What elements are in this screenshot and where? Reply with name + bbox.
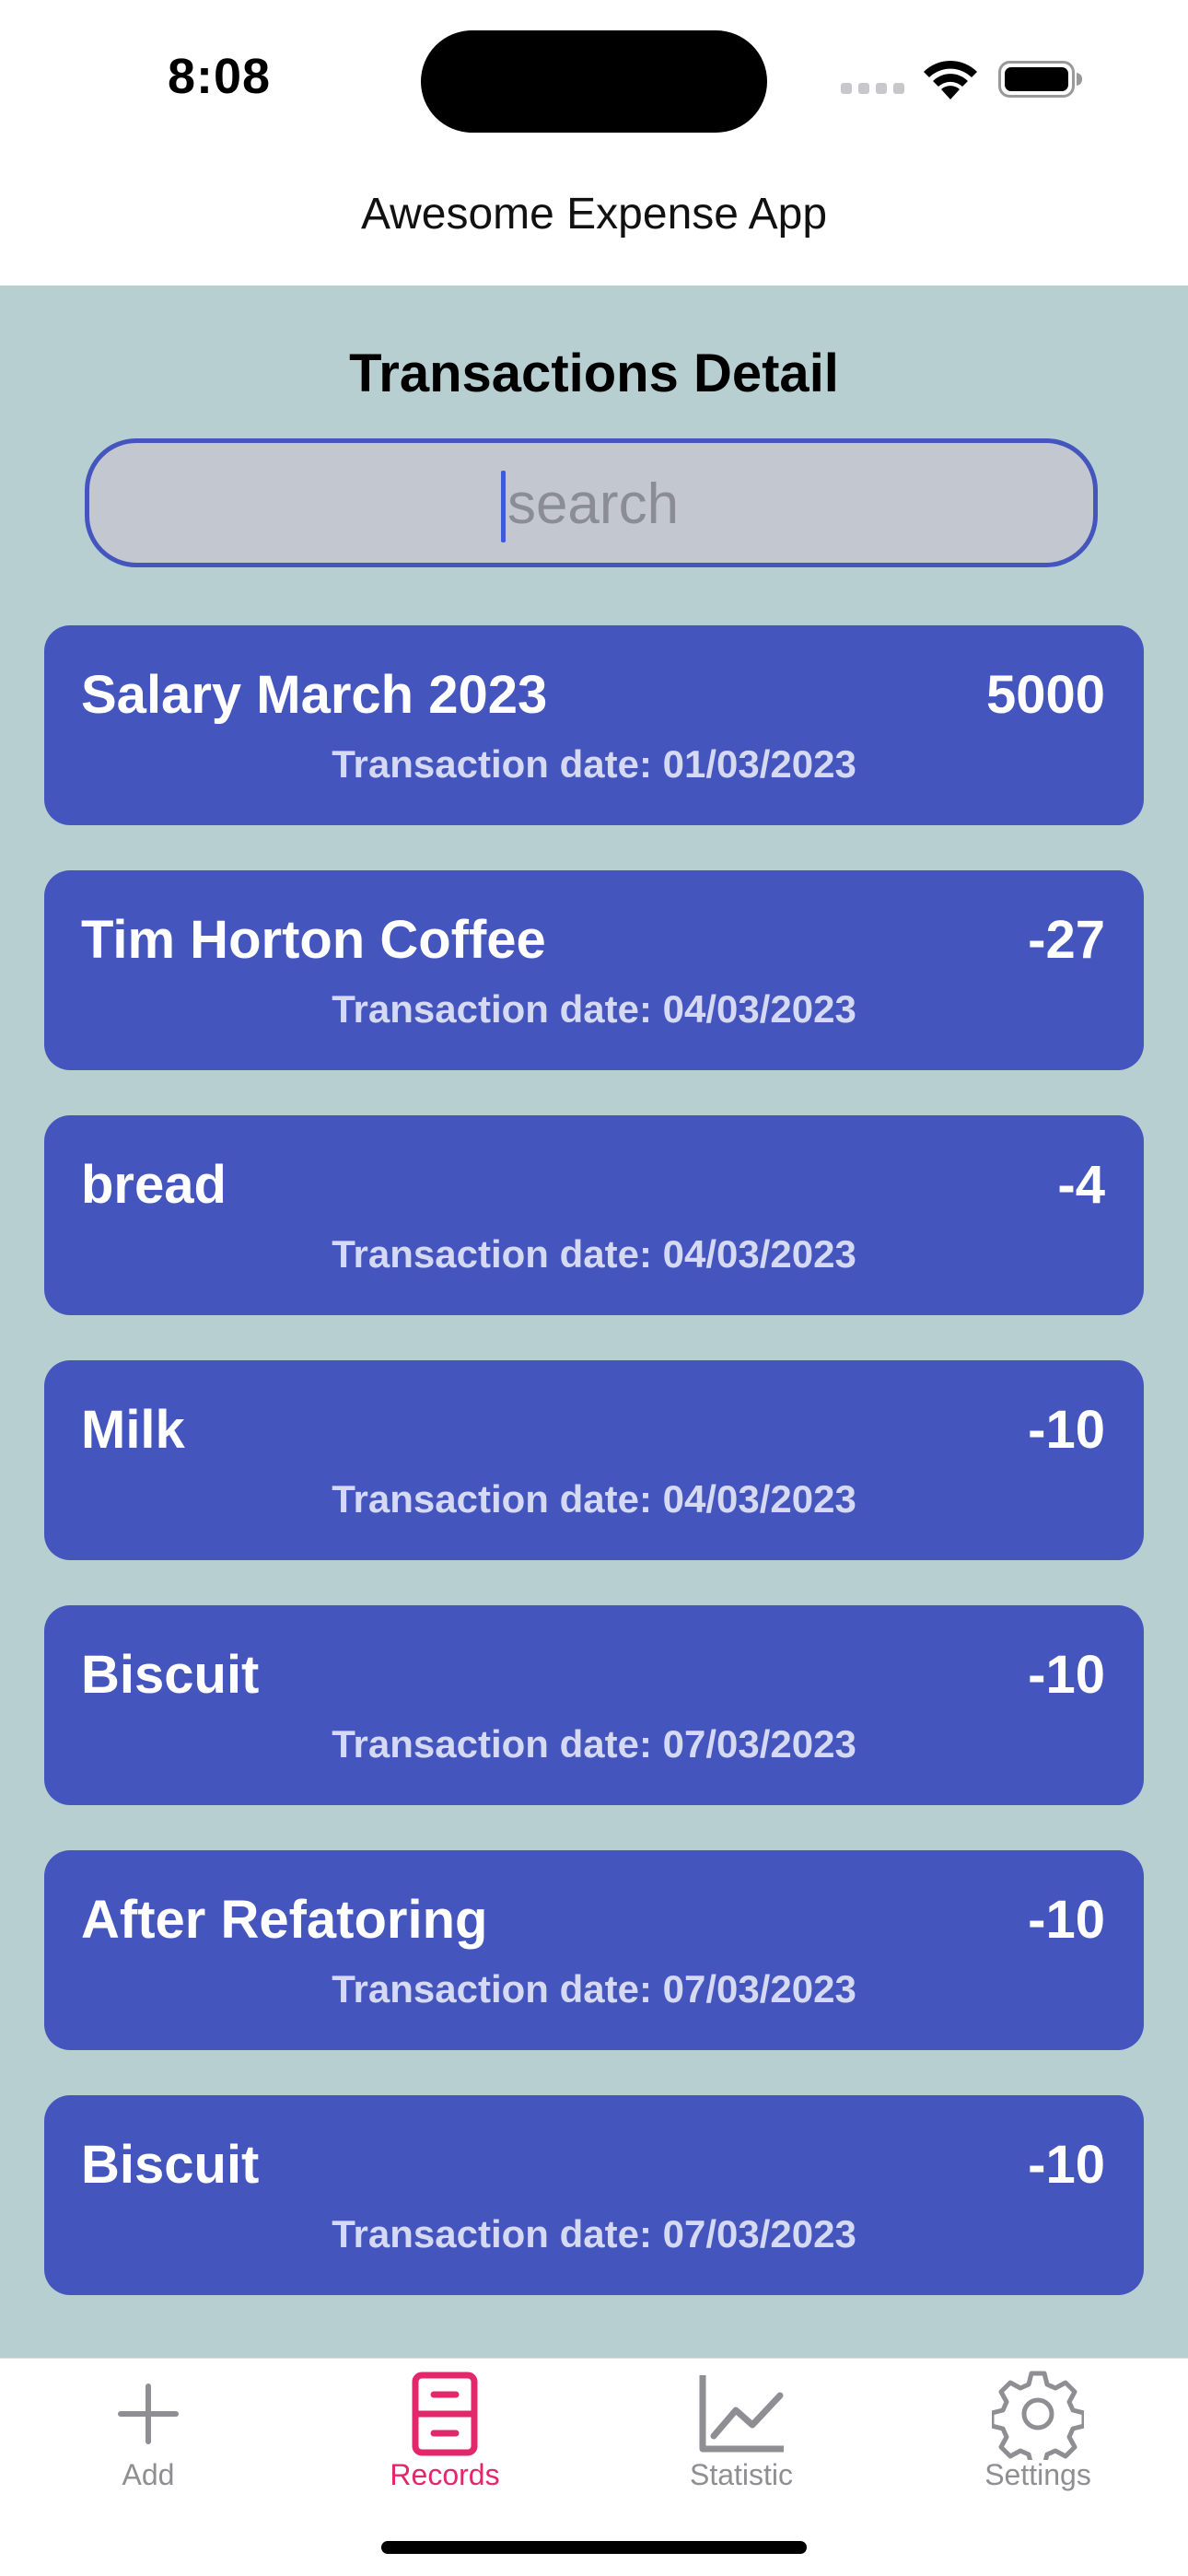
transaction-name: Biscuit — [81, 1645, 260, 1705]
transaction-card[interactable]: Tim Horton Coffee -27 Transaction date: … — [44, 870, 1144, 1070]
records-icon — [412, 2372, 478, 2456]
transaction-card[interactable]: bread -4 Transaction date: 04/03/2023 — [44, 1115, 1144, 1315]
transaction-card[interactable]: Milk -10 Transaction date: 04/03/2023 — [44, 1360, 1144, 1560]
chart-icon — [699, 2375, 784, 2453]
transaction-list: Salary March 2023 5000 Transaction date:… — [44, 625, 1144, 2340]
transaction-date: Transaction date: 07/03/2023 — [332, 1722, 856, 1766]
cellular-signal-icon — [841, 76, 905, 94]
transaction-amount: 5000 — [985, 665, 1105, 725]
transaction-name: Biscuit — [81, 2135, 260, 2195]
transaction-name: Tim Horton Coffee — [81, 910, 546, 970]
transaction-name: bread — [81, 1155, 227, 1215]
search-input[interactable] — [89, 443, 1097, 565]
tab-label: Statistic — [689, 2458, 794, 2491]
transaction-date: Transaction date: 04/03/2023 — [332, 1232, 856, 1276]
transaction-name: Milk — [81, 1400, 185, 1460]
transaction-card[interactable]: After Refatoring -10 Transaction date: 0… — [44, 1850, 1144, 2050]
tab-add[interactable]: Add — [0, 2359, 297, 2506]
tab-label: Add — [122, 2458, 175, 2491]
transaction-date: Transaction date: 04/03/2023 — [332, 987, 856, 1031]
tab-label: Records — [390, 2458, 500, 2491]
transaction-date: Transaction date: 04/03/2023 — [332, 1477, 856, 1521]
transaction-card[interactable]: Biscuit -10 Transaction date: 07/03/2023 — [44, 1605, 1144, 1805]
wifi-icon — [924, 60, 977, 99]
page-title: Awesome Expense App — [360, 190, 828, 239]
status-time: 8:08 — [168, 49, 272, 104]
transaction-date: Transaction date: 07/03/2023 — [332, 1967, 856, 2011]
transaction-amount: -10 — [1028, 1890, 1105, 1950]
gear-icon — [992, 2371, 1084, 2460]
tab-statistic[interactable]: Statistic — [593, 2359, 890, 2506]
battery-icon — [998, 61, 1082, 98]
home-indicator — [381, 2541, 807, 2554]
transactions-screen: Transactions Detail Salary March 2023 50… — [0, 286, 1188, 2358]
dynamic-island — [421, 30, 767, 133]
transaction-amount: -27 — [1028, 910, 1105, 970]
transaction-amount: -4 — [1057, 1155, 1105, 1215]
text-cursor — [501, 471, 506, 542]
transaction-card[interactable]: Biscuit -10 Transaction date: 07/03/2023 — [44, 2095, 1144, 2295]
tab-label: Settings — [984, 2458, 1091, 2491]
transaction-name: After Refatoring — [81, 1890, 488, 1950]
tab-settings[interactable]: Settings — [890, 2359, 1186, 2506]
search-field[interactable] — [85, 438, 1098, 567]
transaction-amount: -10 — [1028, 2135, 1105, 2195]
tab-records[interactable]: Records — [297, 2359, 593, 2506]
transaction-date: Transaction date: 01/03/2023 — [332, 742, 856, 786]
transaction-card[interactable]: Salary March 2023 5000 Transaction date:… — [44, 625, 1144, 825]
section-title: Transactions Detail — [349, 344, 839, 403]
plus-icon — [118, 2384, 179, 2444]
transaction-amount: -10 — [1028, 1400, 1105, 1460]
transaction-name: Salary March 2023 — [81, 665, 548, 725]
transaction-amount: -10 — [1028, 1645, 1105, 1705]
transaction-date: Transaction date: 07/03/2023 — [332, 2212, 856, 2255]
status-bar: 8:08 — [0, 0, 1188, 157]
